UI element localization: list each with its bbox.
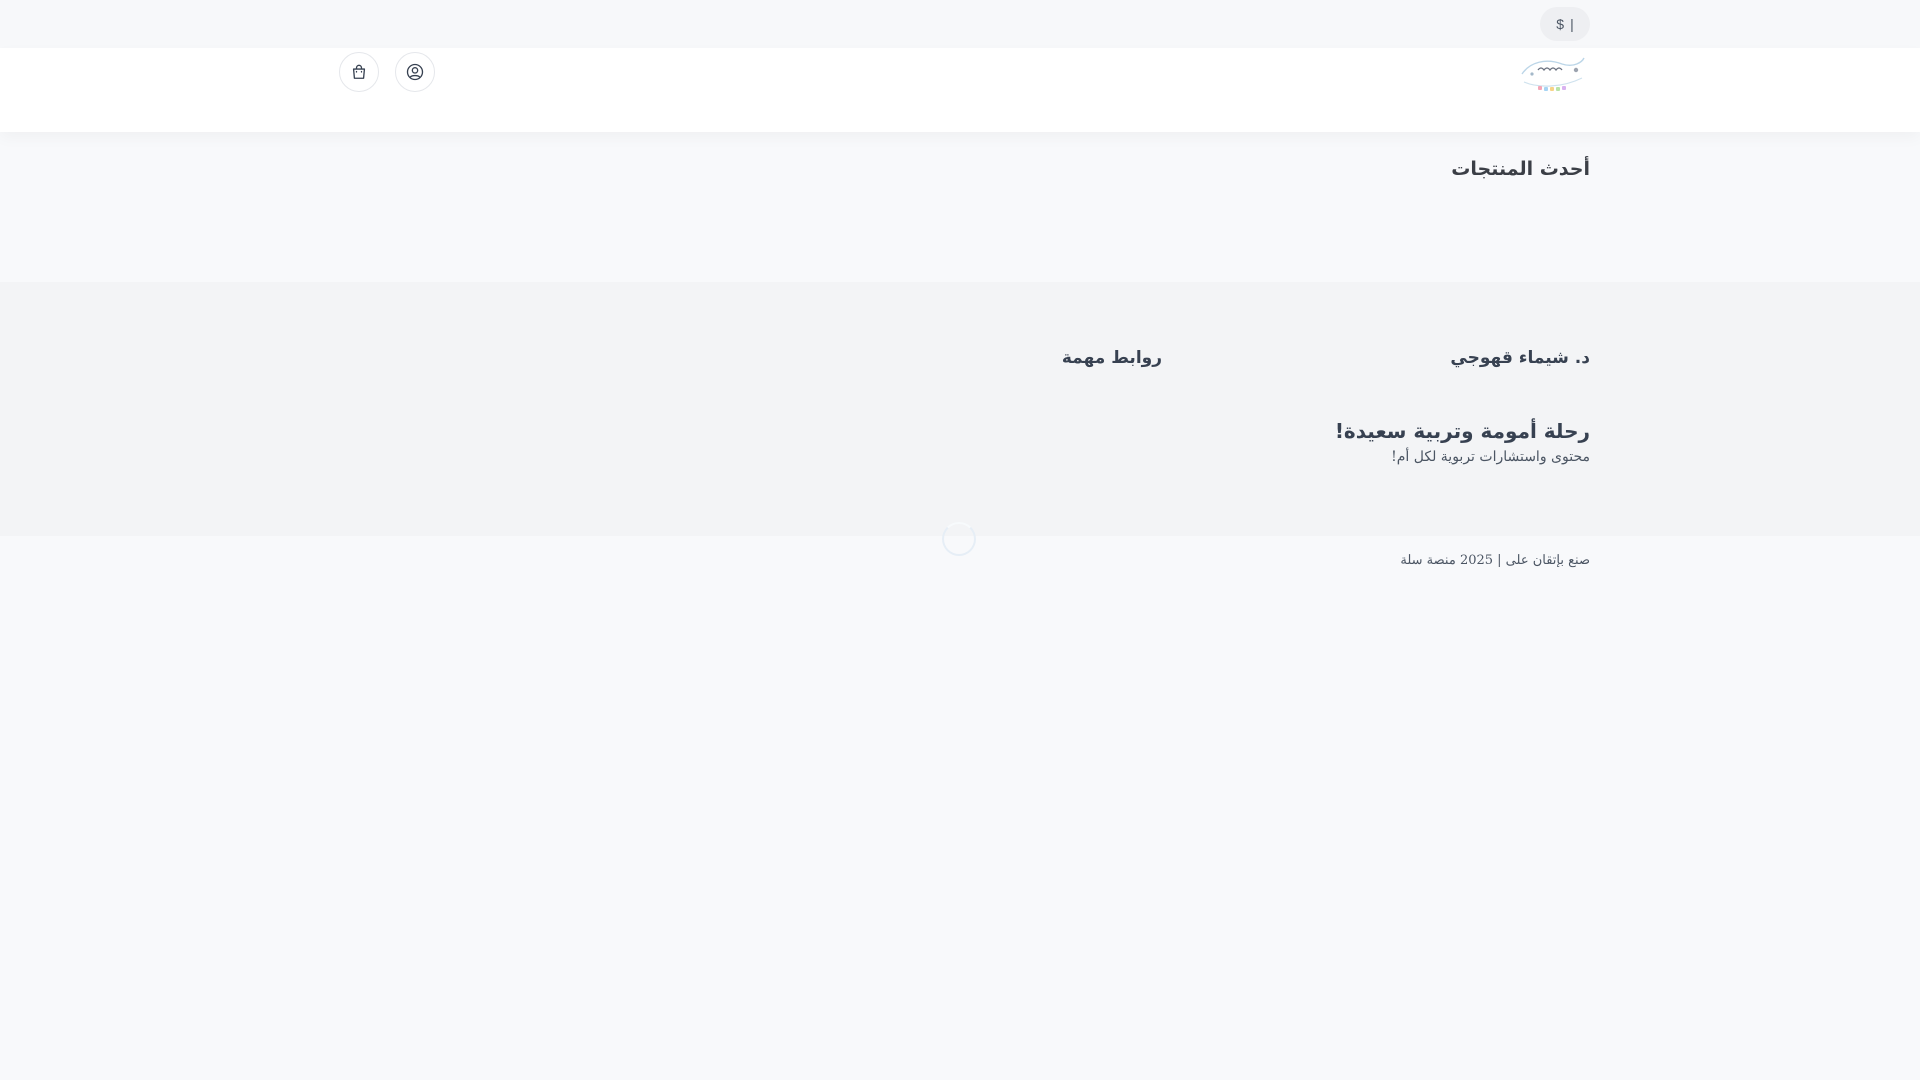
footer-brand-name: د. شيماء قهوجي <box>1450 348 1590 368</box>
logo-icon <box>1521 57 1585 91</box>
site-footer <box>0 282 1920 536</box>
currency-selector[interactable]: $ | <box>1540 7 1590 41</box>
site-header <box>0 48 1920 132</box>
store-logo[interactable] <box>1516 52 1588 96</box>
user-icon <box>406 63 424 81</box>
latest-products-title: أحدث المنتجات <box>1451 158 1590 180</box>
currency-symbol: $ <box>1556 16 1565 32</box>
copyright-text[interactable]: صنع بإتقان على | 2025 منصة سلة <box>1400 553 1590 568</box>
footer-tagline: رحلة أمومة وتربية سعيدة! <box>1334 419 1590 443</box>
footer-description: محتوى واستشارات تربوية لكل أم! <box>1391 449 1590 465</box>
top-utility-bar <box>0 0 1920 48</box>
account-button[interactable] <box>395 52 435 92</box>
footer-links-heading: روابط مهمة <box>1061 348 1162 368</box>
cart-button[interactable] <box>339 52 379 92</box>
currency-separator: | <box>1570 16 1574 32</box>
cart-icon <box>352 64 366 79</box>
loading-spinner-icon <box>942 522 976 556</box>
